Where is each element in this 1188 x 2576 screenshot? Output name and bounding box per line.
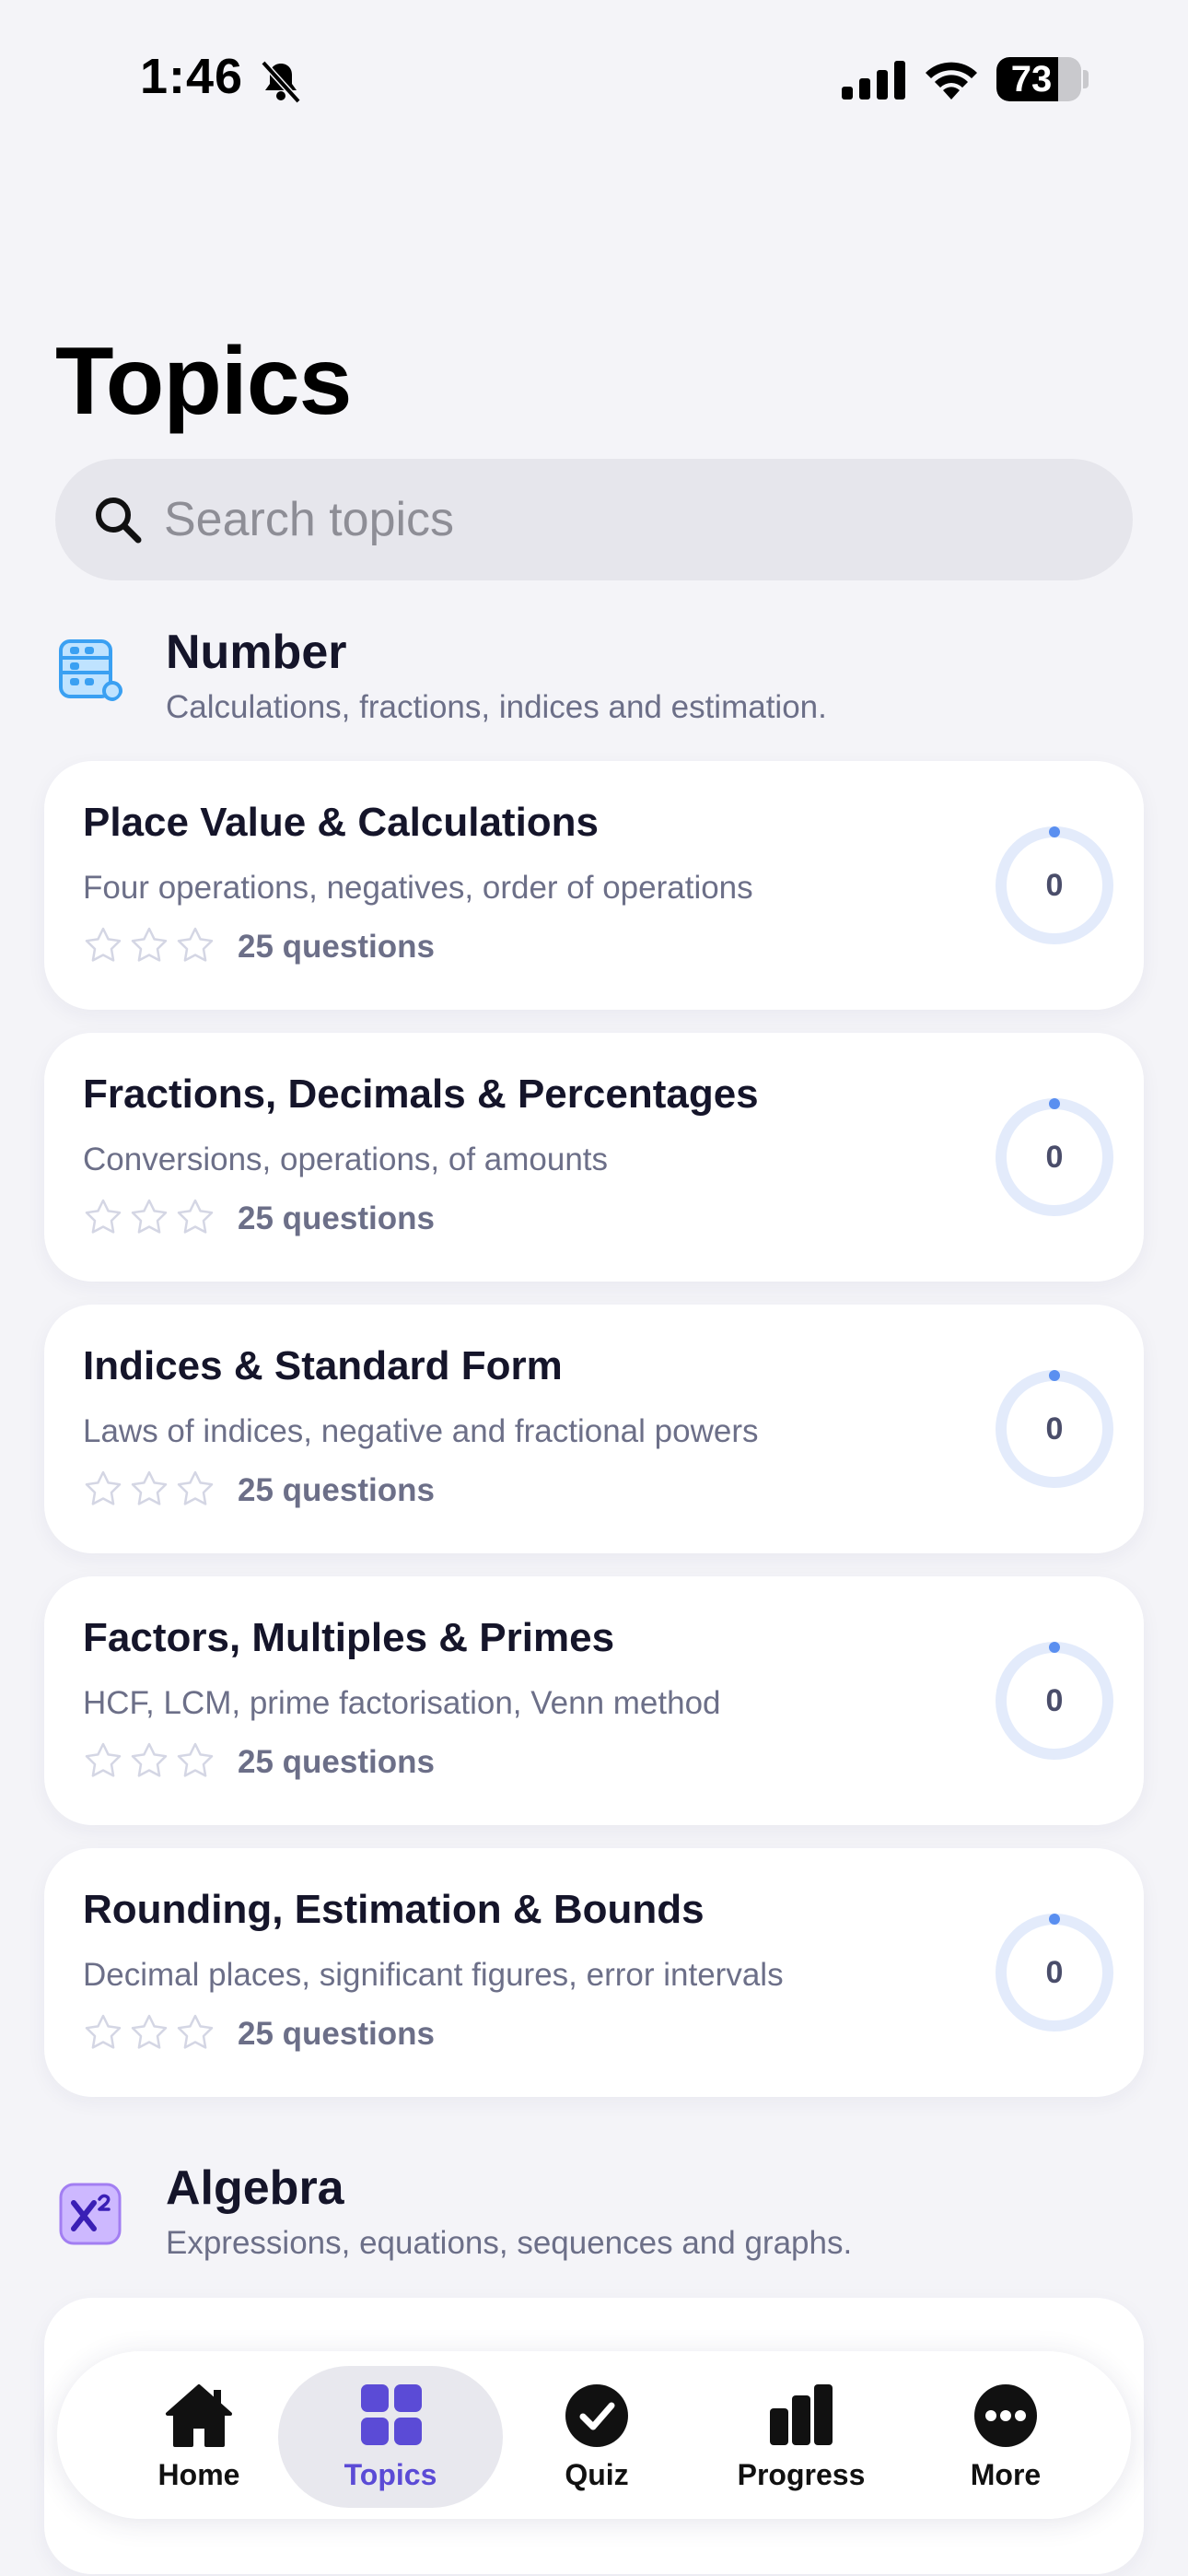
question-count: 25 questions — [238, 929, 435, 965]
tab-bar: Home Topics Quiz Progress More — [57, 2351, 1131, 2519]
topic-title: Factors, Multiples & Primes — [83, 1615, 615, 1660]
topic-description: Conversions, operations, of amounts — [83, 1142, 609, 1177]
question-count: 25 questions — [238, 2016, 435, 2052]
star-outline-icon — [85, 927, 122, 962]
status-time: 1:46 — [140, 49, 244, 104]
star-outline-icon — [177, 1742, 214, 1777]
star-outline-icon — [131, 1470, 168, 1505]
star-outline-icon — [177, 1470, 214, 1505]
section-subtitle: Expressions, equations, sequences and gr… — [166, 2225, 853, 2261]
topic-card-indices[interactable]: Indices & Standard Form Laws of indices,… — [44, 1305, 1144, 1553]
topic-card-rounding[interactable]: Rounding, Estimation & Bounds Decimal pl… — [44, 1848, 1144, 2097]
topic-title: Rounding, Estimation & Bounds — [83, 1887, 705, 1932]
progress-value: 0 — [1045, 1955, 1064, 1990]
section-title: Number — [166, 626, 347, 679]
progress-value: 0 — [1045, 1683, 1064, 1718]
star-outline-icon — [177, 1199, 214, 1234]
tab-progress[interactable]: Progress — [689, 2366, 914, 2508]
tab-label: Progress — [737, 2458, 866, 2491]
section-header-number: Number Calculations, fractions, indices … — [0, 625, 1188, 744]
question-count: 25 questions — [238, 1472, 435, 1508]
topic-description: Laws of indices, negative and fractional… — [83, 1413, 759, 1449]
star-outline-icon — [85, 2014, 122, 2049]
topic-title: Indices & Standard Form — [83, 1343, 563, 1388]
tab-quiz[interactable]: Quiz — [484, 2366, 709, 2508]
star-outline-icon — [131, 927, 168, 962]
x-squared-icon — [59, 2183, 122, 2245]
progress-value: 0 — [1045, 868, 1064, 903]
status-bar: 1:46 73 — [0, 0, 1188, 161]
battery-nub — [1083, 70, 1089, 88]
bar-chart-icon — [770, 2384, 833, 2445]
star-outline-icon — [85, 1470, 122, 1505]
topic-title: Place Value & Calculations — [83, 800, 600, 845]
tab-label: Topics — [344, 2458, 437, 2491]
progress-value: 0 — [1045, 1411, 1064, 1446]
star-outline-icon — [177, 2014, 214, 2049]
search-bar[interactable] — [55, 459, 1133, 580]
section-header-algebra: Algebra Expressions, equations, sequence… — [0, 2160, 1188, 2280]
star-outline-icon — [131, 1199, 168, 1234]
grid-icon — [361, 2384, 422, 2445]
topic-description: Four operations, negatives, order of ope… — [83, 870, 753, 906]
star-outline-icon — [131, 2014, 168, 2049]
topic-card-fractions[interactable]: Fractions, Decimals & Percentages Conver… — [44, 1033, 1144, 1282]
star-outline-icon — [85, 1199, 122, 1234]
tab-label: More — [970, 2458, 1042, 2491]
topic-title: Fractions, Decimals & Percentages — [83, 1071, 759, 1117]
abacus-icon — [59, 639, 122, 701]
tab-label: Quiz — [565, 2458, 629, 2491]
checkmark-circle-icon — [565, 2384, 628, 2447]
ellipsis-circle-icon — [974, 2384, 1037, 2447]
star-rating — [83, 1197, 215, 1239]
search-input[interactable] — [164, 459, 1085, 580]
topic-card-place-value[interactable]: Place Value & Calculations Four operatio… — [44, 761, 1144, 1010]
star-rating — [83, 1740, 215, 1783]
star-rating — [83, 925, 215, 967]
progress-value: 0 — [1045, 1140, 1064, 1175]
battery-level: 73 — [1010, 59, 1053, 100]
star-outline-icon — [131, 1742, 168, 1777]
tab-more[interactable]: More — [893, 2366, 1118, 2508]
star-outline-icon — [177, 927, 214, 962]
section-subtitle: Calculations, fractions, indices and est… — [166, 689, 827, 725]
bell-slash-icon — [261, 60, 301, 104]
star-rating — [83, 2012, 215, 2055]
question-count: 25 questions — [238, 1744, 435, 1780]
question-count: 25 questions — [238, 1200, 435, 1236]
battery-icon: 73 — [996, 57, 1081, 101]
topic-description: HCF, LCM, prime factorisation, Venn meth… — [83, 1685, 721, 1721]
section-title: Algebra — [166, 2161, 344, 2215]
topic-card-factors[interactable]: Factors, Multiples & Primes HCF, LCM, pr… — [44, 1576, 1144, 1825]
topic-description: Decimal places, significant figures, err… — [83, 1957, 784, 1993]
star-outline-icon — [85, 1742, 122, 1777]
wifi-icon — [926, 62, 977, 100]
tab-topics[interactable]: Topics — [278, 2366, 503, 2508]
page-title: Topics — [55, 328, 352, 435]
house-icon — [166, 2384, 232, 2447]
search-icon — [96, 498, 142, 544]
star-rating — [83, 1469, 215, 1511]
cellular-signal-icon — [842, 61, 905, 100]
